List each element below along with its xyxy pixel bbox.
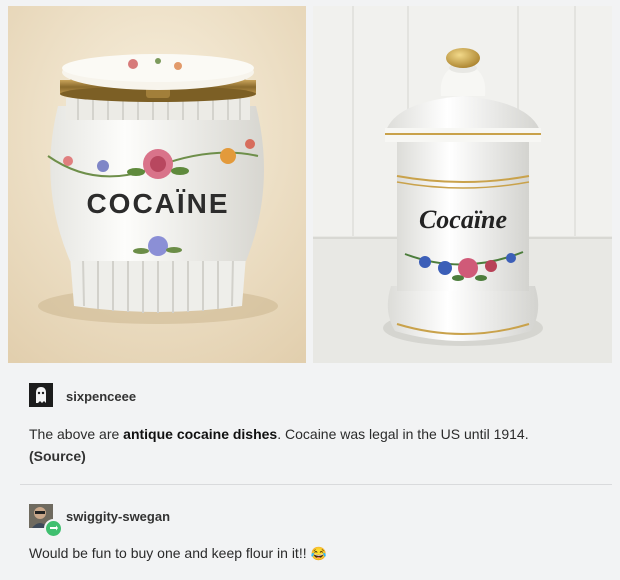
reply-text-body: Would be fun to buy one and keep flour i…: [29, 545, 307, 561]
reblog-badge-icon: [44, 519, 63, 538]
sixpenceee-username[interactable]: sixpenceee: [66, 389, 136, 404]
left-jar-label: COCAÏNE: [86, 188, 229, 219]
post1-text-bold: antique cocaine dishes: [123, 426, 278, 442]
cocaine-jar-left-image: COCAÏNE: [8, 6, 306, 363]
post1-text: The above are antique cocaine dishes. Co…: [29, 424, 529, 444]
post1-text-before: The above are: [29, 426, 124, 442]
right-jar-label: Cocaïne: [419, 205, 507, 234]
post-photoset: COCAÏNE Cocaïne: [0, 0, 620, 368]
ghost-icon: [29, 383, 53, 407]
post-divider: [20, 484, 612, 485]
post1-text-after: . Cocaine was legal in the US until 1914…: [277, 426, 529, 442]
cocaine-jar-right-image: Cocaïne: [313, 6, 612, 363]
laughing-emoji-icon: 😂: [310, 546, 327, 561]
source-link[interactable]: (Source): [29, 448, 86, 464]
sixpenceee-avatar[interactable]: [29, 383, 53, 407]
swiggity-swegan-username[interactable]: swiggity-swegan: [66, 509, 170, 524]
photo-cocaine-jar-left[interactable]: COCAÏNE: [8, 6, 306, 363]
reply-text: Would be fun to buy one and keep flour i…: [29, 543, 327, 564]
photo-cocaine-jar-right[interactable]: Cocaïne: [313, 6, 612, 363]
